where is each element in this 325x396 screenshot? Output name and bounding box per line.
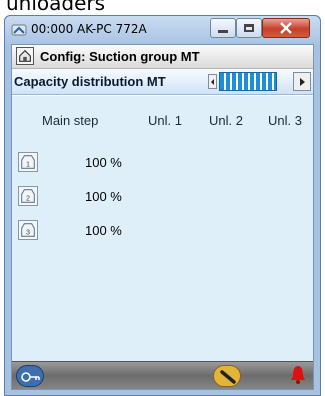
login-glyph (21, 372, 40, 382)
page-indicator[interactable] (219, 72, 277, 91)
column-header-main-step: Main step (42, 113, 99, 128)
main-step-value: 100 % (85, 223, 122, 238)
caption-strip: unloaders (0, 0, 325, 15)
main-step-value: 100 % (85, 155, 122, 170)
login-icon[interactable] (16, 365, 44, 387)
page-next-button[interactable] (293, 72, 311, 91)
wrench-icon[interactable] (213, 365, 241, 387)
step-2-label: 2 (26, 194, 30, 203)
chevron-left-icon (211, 79, 214, 85)
step-3-label: 3 (26, 228, 30, 237)
step-3-icon: 3 (18, 220, 38, 240)
config-header: Config: Suction group MT (12, 45, 313, 69)
maximize-icon (244, 24, 254, 32)
column-header-unl-1: Unl. 1 (148, 113, 182, 128)
column-header-unl-2: Unl. 2 (209, 113, 243, 128)
section-title: Capacity distribution MT (14, 74, 166, 89)
table-row[interactable]: 2 100 % (12, 184, 313, 210)
app-window: 00:000 AK-PC 772A Config: Suction group … (4, 15, 321, 396)
title-bar[interactable]: 00:000 AK-PC 772A (5, 16, 320, 44)
client-area: Config: Suction group MT Capacity distri… (11, 44, 314, 390)
app-icon (11, 24, 27, 36)
column-header-unl-3: Unl. 3 (268, 113, 302, 128)
capacity-table: Main step Unl. 1 Unl. 2 Unl. 3 1 100 % 2… (12, 96, 313, 364)
minimize-icon (218, 30, 228, 33)
close-button[interactable] (262, 18, 310, 38)
footer-bar (12, 361, 313, 389)
window-title: 00:000 AK-PC 772A (31, 22, 147, 36)
table-row[interactable]: 1 100 % (12, 150, 313, 176)
page-title: Config: Suction group MT (40, 49, 200, 64)
section-header: Capacity distribution MT (12, 69, 313, 95)
alarm-icon[interactable] (290, 363, 306, 387)
page-prev-button[interactable] (208, 74, 217, 89)
chevron-right-icon (300, 78, 305, 86)
wrench-glyph (220, 370, 236, 384)
caption-text: unloaders (6, 0, 106, 15)
step-1-icon: 1 (18, 152, 38, 172)
minimize-button[interactable] (210, 18, 236, 38)
table-row[interactable]: 3 100 % (12, 218, 313, 244)
main-step-value: 100 % (85, 189, 122, 204)
maximize-button[interactable] (236, 18, 262, 38)
step-1-label: 1 (26, 160, 30, 169)
home-icon[interactable] (16, 47, 34, 65)
close-icon (280, 22, 292, 34)
step-2-icon: 2 (18, 186, 38, 206)
